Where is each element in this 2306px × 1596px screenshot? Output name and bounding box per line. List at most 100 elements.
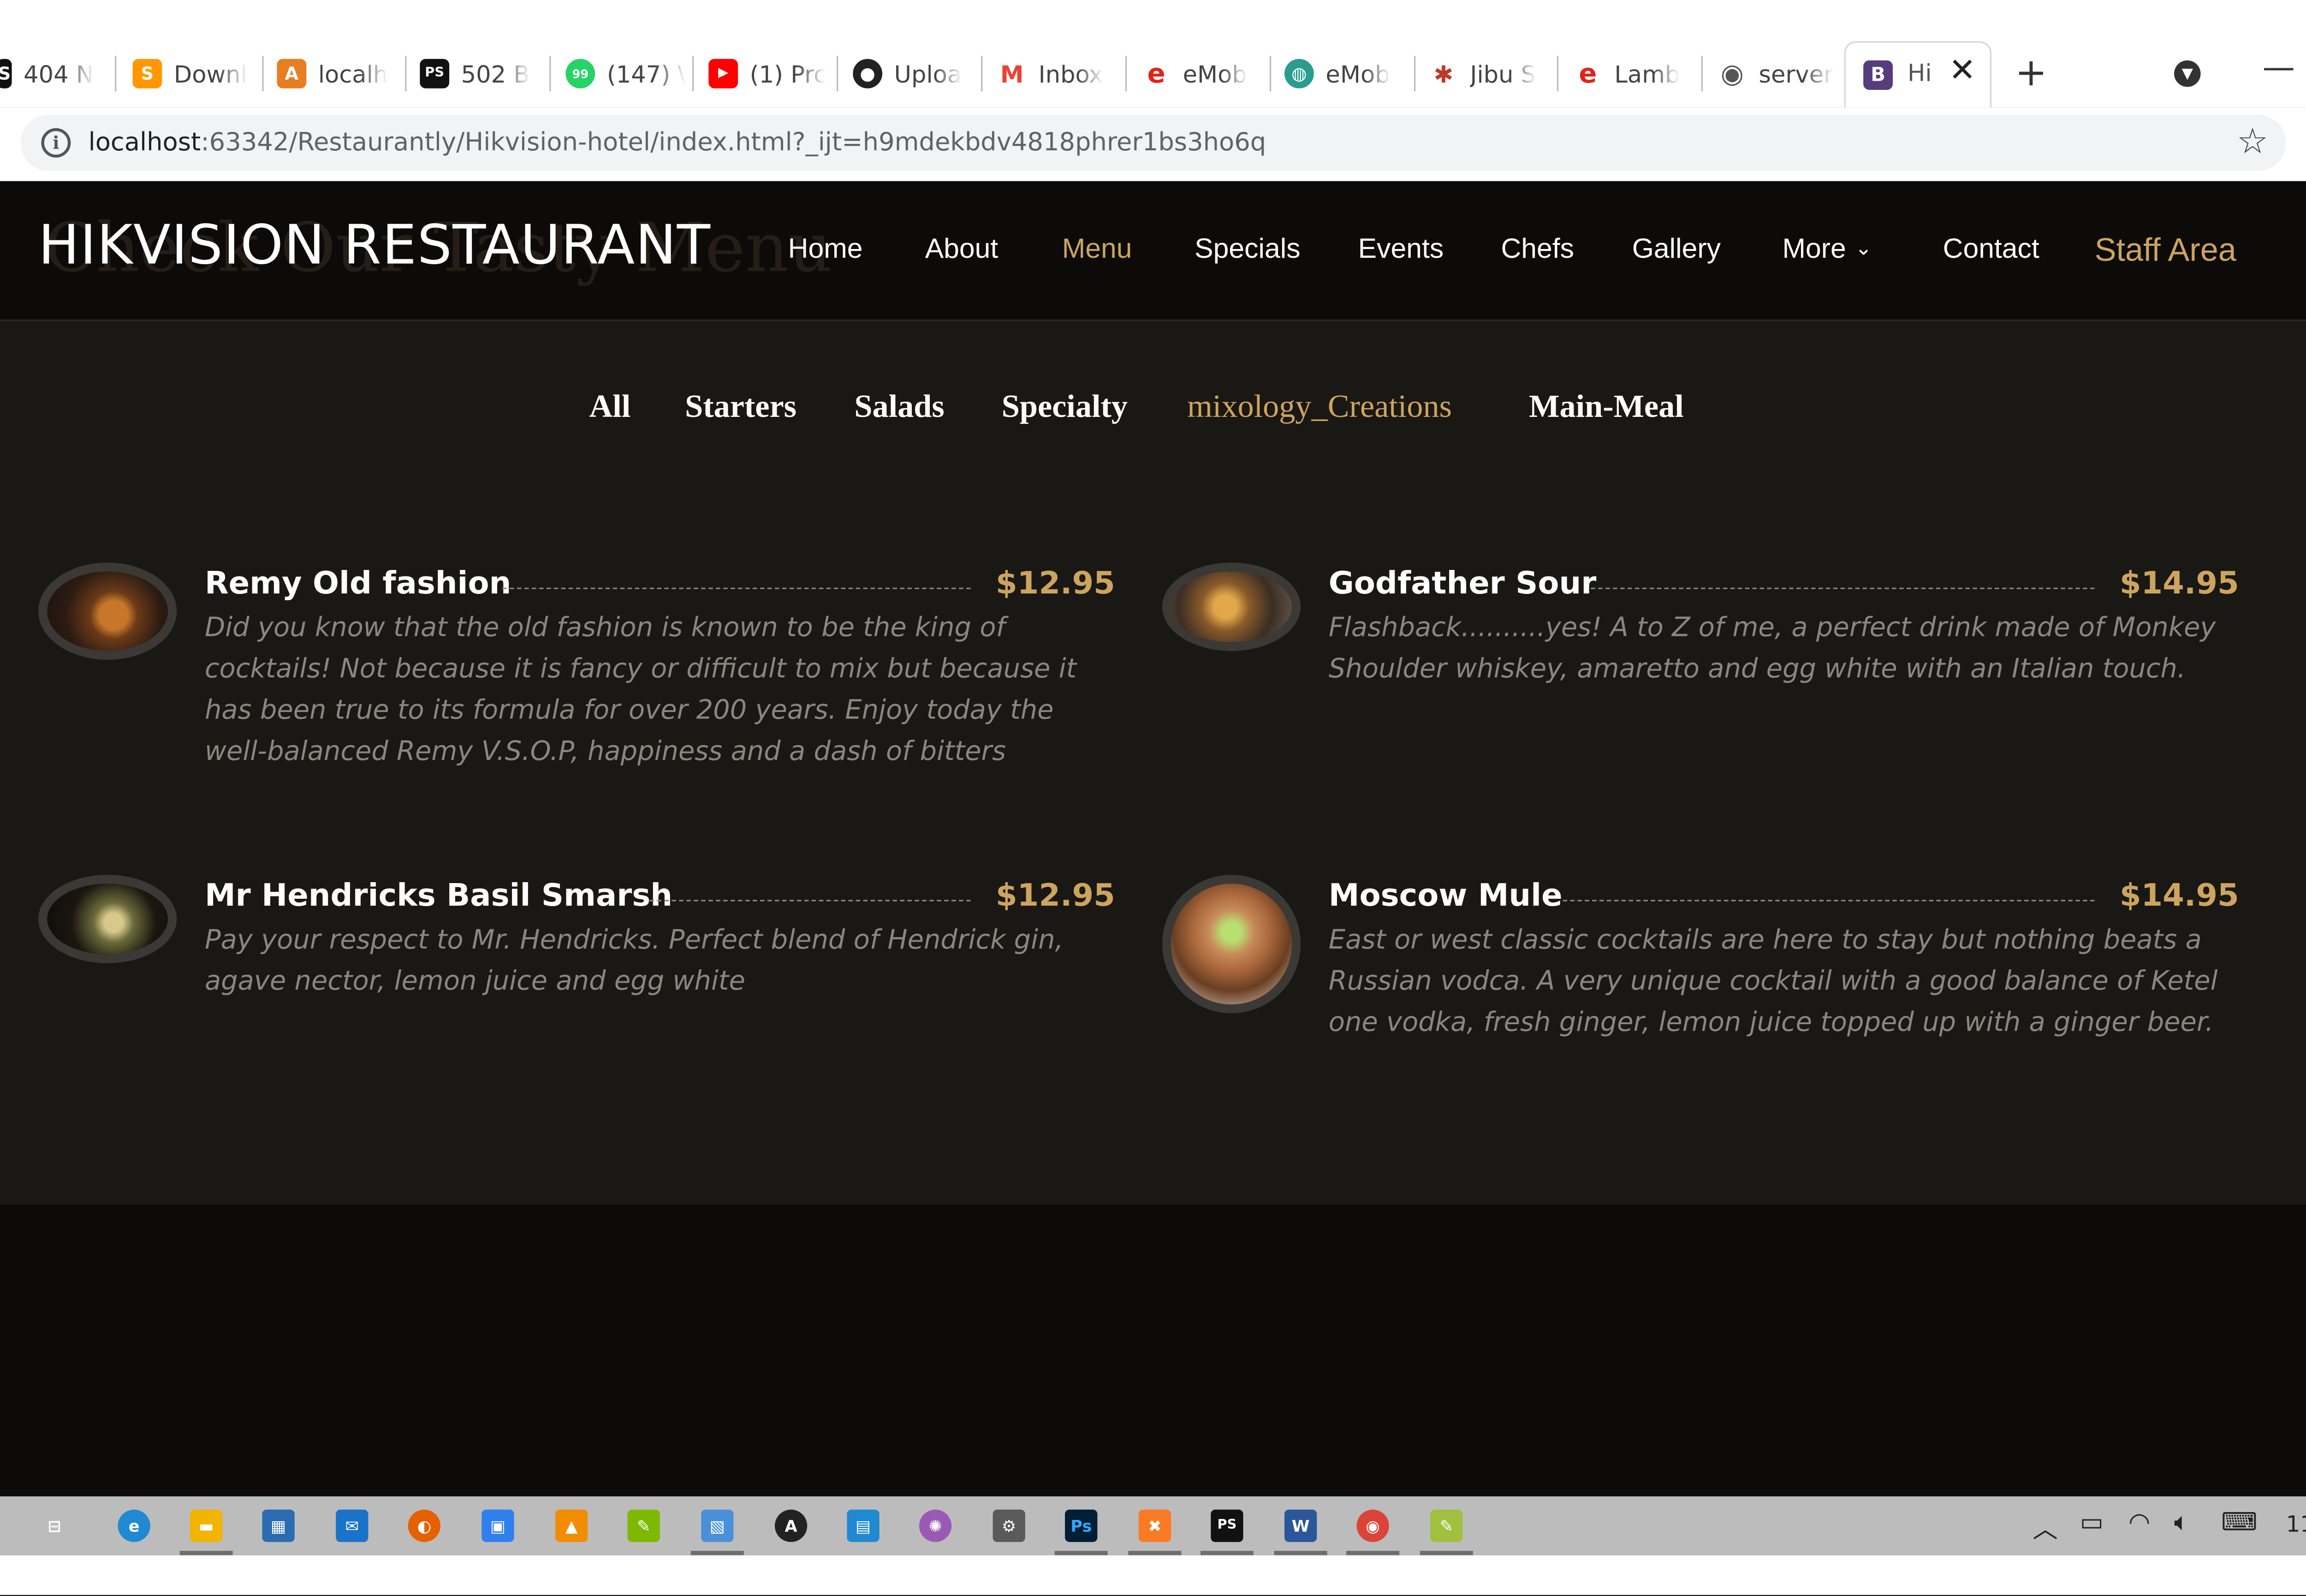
browser-tab[interactable]: e eMob bbox=[1141, 52, 1262, 96]
browser-tab[interactable]: S Downl bbox=[132, 52, 247, 96]
file-explorer-icon[interactable]: ▬ bbox=[190, 1509, 223, 1542]
control-panel-icon[interactable]: ▣ bbox=[481, 1509, 514, 1542]
browser-tab[interactable]: PS 502 B bbox=[420, 52, 538, 96]
notepad-plus-icon[interactable]: ✎ bbox=[627, 1509, 660, 1542]
menu-section: All Starters Salads Specialty mixology_C… bbox=[0, 321, 2306, 1205]
active-app-indicator bbox=[1346, 1551, 1400, 1555]
filter-starters[interactable]: Starters bbox=[685, 387, 796, 426]
nav-events[interactable]: Events bbox=[1358, 234, 1444, 267]
phpstorm-icon[interactable]: PS bbox=[1211, 1509, 1243, 1542]
item-price: $12.95 bbox=[996, 878, 1115, 914]
server-favicon-icon: S bbox=[0, 59, 12, 89]
nav-menu[interactable]: Menu bbox=[1062, 234, 1132, 267]
filter-mixology-creations[interactable]: mixology_Creations bbox=[1187, 387, 1452, 426]
active-app-indicator bbox=[179, 1551, 233, 1555]
remote-desktop-icon[interactable]: ▤ bbox=[847, 1509, 880, 1542]
staff-area-link[interactable]: Staff Area bbox=[2095, 231, 2236, 269]
browser-tab[interactable]: S 404 N bbox=[0, 52, 100, 96]
browser-tab-strip: S404 N SDownl Alocalh PS502 B 99(147) \ … bbox=[0, 0, 2306, 108]
vlc-icon[interactable]: ▲ bbox=[555, 1509, 588, 1542]
tab-label: Downl bbox=[173, 59, 247, 88]
volume-icon[interactable]: 🔈︎ bbox=[2174, 1508, 2189, 1537]
filter-salads[interactable]: Salads bbox=[854, 387, 944, 426]
photos-icon[interactable]: ▧ bbox=[701, 1509, 734, 1542]
autodesk-icon[interactable]: A bbox=[774, 1509, 808, 1542]
item-title: Mr Hendricks Basil Smarsh bbox=[204, 878, 673, 914]
whatsapp-favicon-icon: 99 bbox=[565, 59, 595, 89]
tab-label: (147) \ bbox=[606, 59, 686, 88]
nav-about[interactable]: About bbox=[925, 234, 998, 267]
jibu-favicon-icon: ✱ bbox=[1428, 59, 1458, 89]
notepad-icon[interactable]: ✎ bbox=[1430, 1509, 1463, 1542]
price-leader-dots bbox=[1563, 900, 2095, 902]
filter-main-meal[interactable]: Main-Meal bbox=[1529, 387, 1684, 426]
browser-tab[interactable]: e Lamb bbox=[1573, 52, 1694, 96]
xampp-icon[interactable]: ✖ bbox=[1138, 1509, 1171, 1542]
emobilis-favicon-icon: e bbox=[1141, 58, 1171, 89]
nav-more[interactable]: More ⌄ bbox=[1782, 234, 1872, 267]
item-title: Remy Old fashion bbox=[204, 565, 511, 601]
nav-contact[interactable]: Contact bbox=[1943, 234, 2039, 267]
browser-tab[interactable]: Alocalh bbox=[277, 52, 395, 96]
bookmark-star-icon[interactable]: ☆ bbox=[2237, 121, 2269, 162]
minimize-window-icon[interactable]: — bbox=[2263, 50, 2295, 87]
url-path: :63342/Restaurantly/Hikvision-hotel/inde… bbox=[201, 128, 1266, 158]
bootstrap-favicon-icon: B bbox=[1863, 60, 1893, 90]
browser-tab[interactable]: ✱ Jibu S bbox=[1428, 52, 1550, 96]
address-bar: i localhost:63342/Restaurantly/Hikvision… bbox=[0, 107, 2306, 181]
photoshop-icon[interactable]: Ps bbox=[1065, 1509, 1098, 1542]
settings-icon[interactable]: ⚙ bbox=[993, 1509, 1025, 1542]
url-omnibox[interactable]: i localhost:63342/Restaurantly/Hikvision… bbox=[20, 115, 2286, 171]
sublime-favicon-icon: S bbox=[132, 59, 162, 89]
tab-label: eMob bbox=[1183, 59, 1247, 88]
firefox-icon[interactable]: ◐ bbox=[408, 1509, 440, 1542]
chrome-icon[interactable]: ◉ bbox=[1356, 1509, 1389, 1542]
tab-label: Inbox bbox=[1038, 59, 1103, 88]
browser-tab[interactable]: ◉ server bbox=[1717, 52, 1838, 96]
browser-tab[interactable]: ● Uploa bbox=[853, 52, 974, 96]
store-icon[interactable]: ▦ bbox=[262, 1509, 295, 1542]
browser-tab[interactable]: ◍ eMob bbox=[1284, 52, 1405, 96]
mail-icon[interactable]: ✉ bbox=[336, 1509, 368, 1542]
active-app-indicator bbox=[1274, 1551, 1327, 1555]
active-app-indicator bbox=[690, 1551, 744, 1555]
tab-label: Uploa bbox=[894, 59, 962, 88]
pinwheel-icon[interactable]: ✺ bbox=[919, 1509, 952, 1542]
browser-tab[interactable]: 99 (147) \ bbox=[565, 52, 686, 96]
browser-tab[interactable]: ▶ (1) Prc bbox=[708, 52, 829, 96]
tab-divider bbox=[1125, 56, 1127, 92]
wifi-icon[interactable]: ◠ bbox=[2128, 1508, 2150, 1537]
task-view-icon[interactable]: ⊟ bbox=[38, 1510, 71, 1542]
brand-logo[interactable]: HIKVISION RESTAURANT bbox=[38, 214, 711, 277]
tab-search-icon[interactable]: ▼ bbox=[2174, 60, 2201, 87]
item-title: Godfather Sour bbox=[1328, 565, 1597, 601]
clock[interactable]: 11 bbox=[2286, 1511, 2306, 1537]
browser-tab[interactable]: M Inbox bbox=[997, 52, 1118, 96]
keyboard-icon[interactable]: ⌨ bbox=[2221, 1508, 2257, 1537]
tab-label: localh bbox=[318, 59, 388, 88]
new-tab-button[interactable]: + bbox=[2015, 53, 2047, 94]
tab-label: Jibu S bbox=[1470, 59, 1536, 88]
price-leader-dots bbox=[649, 900, 971, 902]
browser-tab-active[interactable]: B Hi ✕ bbox=[1844, 41, 1992, 108]
nav-home[interactable]: Home bbox=[788, 234, 863, 267]
filter-all[interactable]: All bbox=[589, 387, 631, 426]
tray-chevron-up-icon[interactable]: ︿ bbox=[2033, 1508, 2057, 1545]
word-icon[interactable]: W bbox=[1284, 1509, 1317, 1542]
battery-icon[interactable]: ▭ bbox=[2080, 1508, 2104, 1537]
nav-chefs[interactable]: Chefs bbox=[1501, 234, 1574, 267]
nav-gallery[interactable]: Gallery bbox=[1632, 234, 1721, 267]
tab-divider bbox=[262, 56, 264, 92]
filter-specialty[interactable]: Specialty bbox=[1002, 387, 1128, 426]
close-tab-icon[interactable]: ✕ bbox=[1949, 53, 1976, 90]
tab-label: (1) Prc bbox=[749, 59, 827, 88]
phpmyadmin-favicon-icon: A bbox=[277, 59, 307, 89]
item-title: Moscow Mule bbox=[1328, 878, 1563, 914]
edge-icon[interactable]: e bbox=[118, 1509, 150, 1542]
tab-label: 502 B bbox=[461, 59, 530, 88]
tab-divider bbox=[1701, 56, 1703, 92]
url-text[interactable]: localhost:63342/Restaurantly/Hikvision-h… bbox=[89, 128, 1266, 158]
page-footer bbox=[0, 1204, 2306, 1496]
nav-specials[interactable]: Specials bbox=[1195, 234, 1300, 267]
site-info-icon[interactable]: i bbox=[41, 128, 71, 158]
